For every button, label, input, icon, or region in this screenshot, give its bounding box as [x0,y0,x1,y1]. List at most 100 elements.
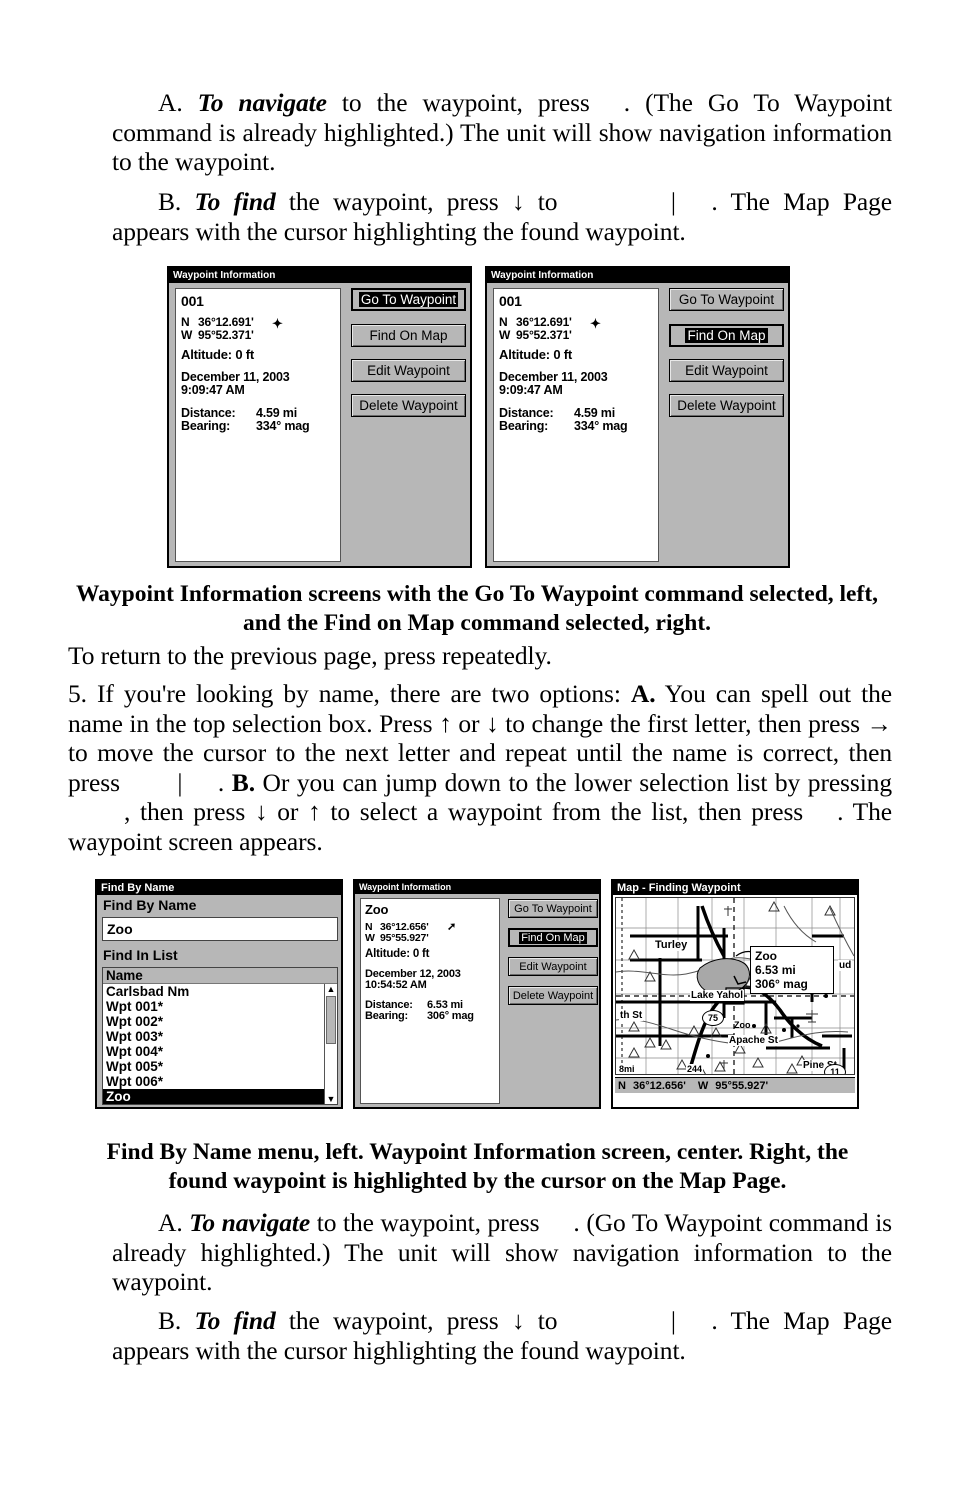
longitude-value: 95°52.371' [198,328,254,342]
status-latitude-hemisphere: N [618,1079,626,1092]
figure-caption-2: Find By Name menu, left. Waypoint Inform… [106,1139,849,1194]
find-by-name-screen: Find By Name Find By Name Zoo Find In Li… [95,879,343,1109]
go-to-waypoint-button[interactable]: Go To Waypoint [351,288,466,311]
map-cursor-icon: ➚ [447,921,457,933]
list-item[interactable]: Carlsbad Nm [103,984,337,999]
screen-body: 001 N 36°12.691' W 95°52.371' ✦ Altitude… [169,283,470,566]
waypoint-name-list[interactable]: Name Carlsbad Nm Wpt 001* Wpt 002* Wpt 0… [102,967,338,1105]
go-to-waypoint-button[interactable]: Go To Waypoint [508,899,598,918]
bearing-value: 306° mag [427,1010,474,1022]
paragraph-lead: A. [158,1208,183,1237]
latitude-hemisphere: N [181,315,190,329]
scroll-down-icon[interactable]: ▼ [325,1094,337,1104]
paragraph-text-3: . [217,767,225,797]
waypoint-name: 001 [499,293,522,309]
bearing-value: 334° mag [256,419,310,433]
bearing-label: Bearing: [499,419,549,433]
paragraph-5: 5. If you're looking by name, there are … [68,679,892,856]
screen-title-bar: Waypoint Information [355,881,599,894]
highway-shield-11: 11 [824,1064,846,1074]
button-label: Go To Waypoint [678,292,775,307]
map-label-zoo-marker: Zoo [734,1020,751,1030]
option-b-marker: B. [231,767,255,797]
latitude-hemisphere: N [499,315,508,329]
find-by-name-section-label: Find By Name [103,897,197,913]
screen-title-bar: Find By Name [97,881,341,895]
edit-waypoint-button[interactable]: Edit Waypoint [669,359,784,382]
button-label: Go To Waypoint [358,292,459,307]
screen-body: Find By Name Zoo Find In List Name Carls… [97,895,341,1107]
paragraph-a-bottom: A. To navigate to the waypoint, press. (… [112,1208,892,1297]
list-item[interactable]: Wpt 001* [103,999,337,1014]
delete-waypoint-button[interactable]: Delete Waypoint [508,986,598,1005]
screen-body: 001 N 36°12.691' W 95°52.371' ✦ Altitude… [487,283,788,566]
latitude-value: 36°12.691' [198,315,254,329]
distance-label: Distance: [181,406,236,420]
waypoint-symbol-icon: ✦ [590,316,601,331]
longitude-hemisphere: W [365,932,375,944]
status-longitude-hemisphere: W [697,1079,709,1092]
status-latitude: 36°12.656' [632,1079,686,1092]
waypoint-name: Zoo [365,902,389,917]
delete-waypoint-button[interactable]: Delete Waypoint [351,394,466,417]
go-to-waypoint-button[interactable]: Go To Waypoint [669,288,784,311]
button-label: Edit Waypoint [685,363,768,378]
paragraph-lead: B. [158,1306,182,1335]
button-label: Find On Map [519,931,587,944]
screen-title-bar: Map - Finding Waypoint [613,881,857,895]
find-on-map-button[interactable]: Find On Map [669,324,784,347]
name-search-input[interactable]: Zoo [102,917,338,941]
paragraph-text-5: , then press ↓ or ↑ to select a waypoint… [124,797,804,826]
edit-waypoint-button[interactable]: Edit Waypoint [508,957,598,976]
map-canvas[interactable]: Turley Lake Yahol th St Apache St Pine S… [615,897,855,1075]
delete-waypoint-button[interactable]: Delete Waypoint [669,394,784,417]
scroll-up-icon[interactable]: ▲ [325,984,337,995]
list-item[interactable]: Wpt 006* [103,1074,337,1089]
list-item[interactable]: Wpt 005* [103,1059,337,1074]
popup-waypoint-name: Zoo [755,949,777,963]
highway-shield-75: 75 [702,1010,724,1026]
paragraph-emphasis: To find [194,187,276,216]
paragraph-text-1: the waypoint, press ↓ to [288,187,558,216]
button-label: Find On Map [685,328,768,343]
screen-title-bar: Waypoint Information [487,268,788,283]
find-in-list-section-label: Find In List [103,947,178,963]
paragraph-a-top: A. To navigate to the waypoint, press. (… [112,88,892,177]
map-finding-waypoint-screen: Map - Finding Waypoint Turley Lake Yahol… [611,879,859,1109]
waypoint-info-pane: 001 N 36°12.691' W 95°52.371' ✦ Altitude… [175,288,341,562]
map-status-bar: N 36°12.656' W 95°55.927' [615,1077,855,1093]
bearing-value: 334° mag [574,419,628,433]
longitude-value: 95°52.371' [516,328,572,342]
list-scrollbar[interactable]: ▲ ▼ [324,984,337,1104]
waypoint-information-screen-right: Waypoint Information 001 N 36°12.691' W … [485,266,790,568]
paragraph-text-1: the waypoint, press ↓ to [288,1306,558,1335]
scrollbar-thumb[interactable] [326,996,336,1044]
button-label: Find On Map [369,328,448,343]
waypoint-name: 001 [181,293,204,309]
waypoint-popup-box: Zoo 6.53 mi 306° mag [750,946,834,994]
waypoint-information-screen-center: Waypoint Information Zoo N 36°12.656' W … [353,879,601,1109]
screen-body: Zoo N 36°12.656' W 95°55.927' ➚ Altitude… [355,894,599,1107]
waypoint-time: 9:09:47 AM [181,383,245,397]
map-label-th-st: th St [619,1010,644,1021]
button-label: Delete Waypoint [359,398,458,413]
waypoint-date: December 11, 2003 [499,370,608,384]
screen-title-bar: Waypoint Information [169,268,470,283]
key-separator: | [670,1306,676,1335]
altitude-value: Altitude: 0 ft [499,347,573,362]
bearing-label: Bearing: [365,1010,409,1022]
highway-label-244: 244 [686,1064,704,1074]
list-item-selected[interactable]: Zoo [103,1089,337,1104]
key-separator: | [670,187,676,216]
edit-waypoint-button[interactable]: Edit Waypoint [351,359,466,382]
paragraph-b-top: B. To find the waypoint, press ↓ to |. Th… [112,187,892,246]
list-item[interactable]: Wpt 003* [103,1029,337,1044]
longitude-hemisphere: W [181,328,193,342]
find-on-map-button[interactable]: Find On Map [508,928,598,947]
button-label: Delete Waypoint [512,989,594,1002]
distance-label: Distance: [499,406,554,420]
paragraph-text-1: 5. If you're looking by name, there are … [68,679,621,708]
list-item[interactable]: Wpt 002* [103,1014,337,1029]
list-item[interactable]: Wpt 004* [103,1044,337,1059]
find-on-map-button[interactable]: Find On Map [351,324,466,347]
